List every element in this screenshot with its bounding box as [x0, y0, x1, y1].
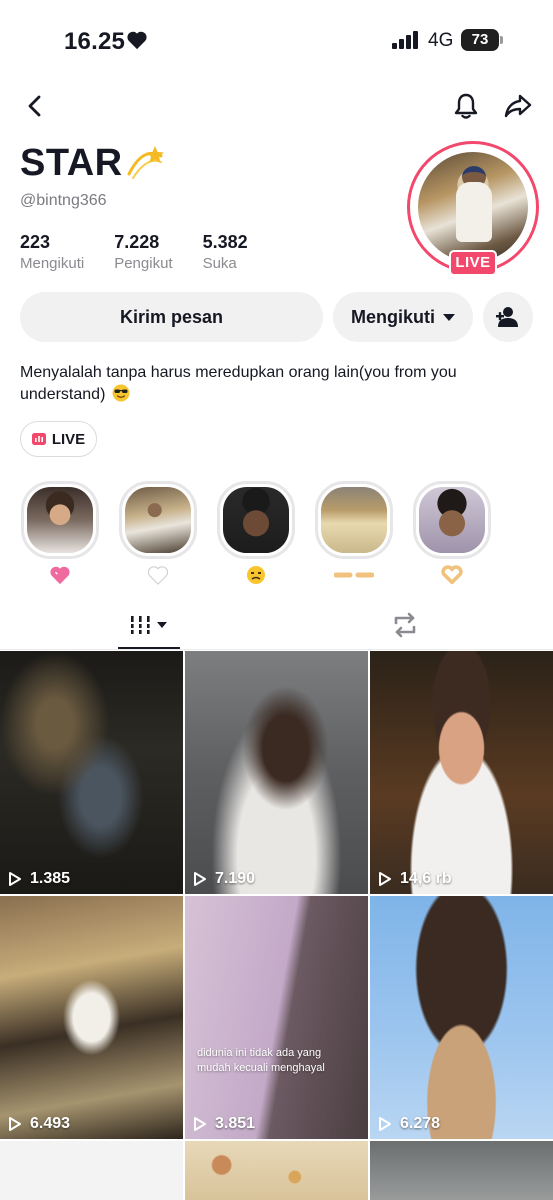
video-caption: didunia ini tidak ada yang mudah kecuali… — [197, 1047, 325, 1074]
view-count-text: 6.493 — [30, 1115, 71, 1132]
view-count-text: 14,6 rb — [400, 870, 452, 887]
video-thumbnail[interactable]: 14,6 rb — [370, 651, 553, 894]
pink-heart-icon — [50, 566, 70, 585]
highlight-item[interactable] — [20, 481, 100, 585]
highlight-item[interactable] — [412, 481, 492, 585]
battery-level: 73 — [461, 29, 499, 51]
story-highlights — [20, 481, 510, 585]
active-tab-indicator — [118, 647, 180, 649]
highlight-item[interactable] — [216, 481, 296, 585]
video-thumbnail[interactable]: 1.385 — [0, 651, 183, 894]
profile-username: @bintng366 — [20, 192, 107, 209]
play-icon — [194, 1117, 206, 1131]
stat-label: Pengikut — [114, 255, 173, 272]
pouting-face-icon — [247, 566, 265, 584]
tab-reposts[interactable] — [380, 610, 430, 640]
highlight-thumbnail — [223, 487, 289, 553]
view-count-text: 1.385 — [30, 870, 71, 887]
stat-value: 223 — [20, 232, 51, 252]
video-thumbnail[interactable] — [370, 1141, 553, 1200]
sunglasses-emoji-icon — [112, 384, 130, 402]
content-tabs — [0, 600, 553, 650]
view-count: 7.190 — [193, 870, 255, 888]
share-button[interactable] — [502, 90, 534, 122]
notification-button[interactable] — [450, 90, 482, 122]
view-count: 14,6 rb — [378, 870, 452, 888]
highlight-thumbnail — [419, 487, 485, 553]
play-icon — [379, 1117, 391, 1131]
view-count: 6.493 — [8, 1115, 70, 1133]
battery-icon: 73 — [461, 29, 503, 51]
video-thumbnail[interactable] — [185, 1141, 368, 1200]
status-time: 16.25 — [64, 28, 126, 55]
video-thumbnail[interactable]: 6.493 — [0, 896, 183, 1139]
stat-label: Mengikuti — [20, 255, 85, 272]
stat-followers[interactable]: 7.228 Pengikut — [114, 232, 172, 272]
stat-following[interactable]: 223 Mengikuti — [20, 232, 84, 272]
highlight-thumbnail — [125, 487, 191, 553]
highlight-item[interactable] — [314, 481, 394, 585]
caret-down-icon — [443, 313, 455, 321]
view-count: 6.278 — [378, 1115, 440, 1133]
video-thumbnail[interactable]: 7.190 — [185, 651, 368, 894]
view-count: 3.851 — [193, 1115, 255, 1133]
highlight-thumbnail — [27, 487, 93, 553]
send-message-button[interactable]: Kirim pesan — [20, 292, 323, 342]
play-icon — [9, 872, 21, 886]
view-count: 1.385 — [8, 870, 70, 888]
status-bar: 16.25 4G 73 — [0, 0, 553, 80]
highlight-item[interactable] — [118, 481, 198, 585]
play-icon — [194, 872, 206, 886]
dizzy-star-icon — [127, 145, 164, 179]
stat-value: 5.382 — [202, 232, 248, 252]
view-count-text: 7.190 — [215, 870, 256, 887]
video-thumbnail[interactable]: 6.278 — [370, 896, 553, 1139]
signal-icon — [392, 31, 418, 49]
heart-icon — [127, 31, 147, 50]
following-dropdown-button[interactable]: Mengikuti — [333, 292, 473, 342]
white-heart-icon — [147, 566, 169, 585]
stat-label: Suka — [202, 255, 237, 272]
heart-hands-icon — [441, 565, 463, 585]
tab-videos[interactable] — [118, 610, 180, 640]
profile-bio: Menyalalah tanpa harus meredupkan orang … — [20, 362, 530, 406]
highlight-thumbnail — [321, 487, 387, 553]
stat-value: 7.228 — [114, 232, 160, 252]
video-grid-icon — [129, 616, 167, 634]
view-count-text: 3.851 — [215, 1115, 256, 1132]
video-thumbnail[interactable]: didunia ini tidak ada yang mudah kecuali… — [185, 896, 368, 1139]
share-icon — [504, 94, 532, 118]
following-label: Mengikuti — [351, 306, 435, 327]
profile-stats: 223 Mengikuti 7.228 Pengikut 5.382 Suka — [20, 232, 278, 272]
view-count-text: 6.278 — [400, 1115, 441, 1132]
back-button[interactable] — [18, 90, 50, 122]
profile-name: STAR — [20, 142, 165, 185]
play-icon — [379, 872, 391, 886]
repost-icon — [394, 612, 416, 638]
bell-icon — [454, 93, 478, 119]
avatar-image — [418, 152, 528, 262]
video-thumbnail[interactable] — [0, 1141, 183, 1200]
add-user-icon — [496, 307, 518, 327]
stat-likes[interactable]: 5.382 Suka — [203, 232, 248, 272]
network-type: 4G — [428, 30, 454, 51]
live-chip[interactable]: LIVE — [20, 421, 97, 457]
profile-name-text: STAR — [20, 142, 123, 184]
send-message-label: Kirim pesan — [119, 306, 224, 327]
live-bars-icon — [31, 433, 46, 445]
add-friend-button[interactable] — [483, 292, 533, 342]
live-chip-label: LIVE — [51, 430, 86, 448]
chevron-left-icon — [28, 95, 41, 117]
play-icon — [9, 1117, 21, 1131]
pointing-fingers-icon — [334, 572, 374, 578]
live-badge[interactable]: LIVE — [449, 250, 497, 276]
bio-text: Menyalalah tanpa harus meredupkan orang … — [20, 364, 457, 403]
